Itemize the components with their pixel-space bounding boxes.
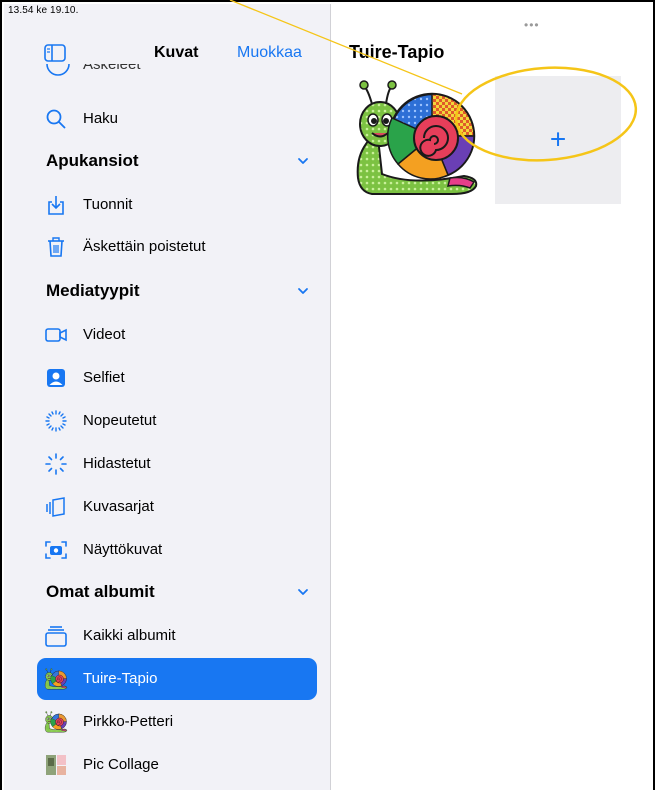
section-header-apukansiot[interactable]: Apukansiot [4,140,330,182]
snail-thumbnail [44,711,68,733]
sidebar-item-label: Äskettäin poistetut [83,238,206,255]
chevron-down-icon[interactable] [296,286,310,296]
album-content: ••• Tuire-Tapio + [332,4,651,790]
sidebar-item-label: Kuvasarjat [83,498,154,515]
sidebar-item-label: Tuire-Tapio [83,670,158,687]
collage-thumbnail [44,754,68,776]
search-icon [44,108,68,130]
sidebar-item-label: Näyttökuvat [83,541,163,558]
sidebar-item-label: Nopeutetut [83,412,157,429]
sidebar-item-label: Haku [83,110,119,127]
sidebar-item-label: Tuonnit [83,196,133,213]
sidebar-item-label: Kaikki albumit [83,627,176,644]
import-icon [44,194,68,216]
chevron-down-icon[interactable] [296,587,310,597]
sidebar-item-pic-collage[interactable]: Pic Collage [4,744,330,786]
selfie-icon [44,367,68,389]
circle-icon [46,64,70,76]
plus-icon: + [549,123,567,155]
add-photo-button[interactable]: + [495,76,621,204]
chevron-down-icon[interactable] [296,156,310,166]
burst-icon [44,496,68,518]
sidebar-item-selfies[interactable]: Selfiet [4,357,330,399]
sidebar-item-slowmo[interactable]: Hidastetut [4,443,330,485]
sidebar-item-screenshots[interactable]: Näyttökuvat [4,529,330,571]
timelapse-icon [44,410,68,432]
more-options-dots[interactable]: ••• [524,18,540,32]
section-title: Omat albumit [46,582,155,601]
sidebar-item-all-albums[interactable]: Kaikki albumit [4,615,330,657]
screenshot-icon [44,539,68,561]
status-time: 13.54 ke 19.10. [8,5,79,16]
slowmo-icon [44,453,68,475]
screen-frame: 13.54 ke 19.10. Kuvat Muokkaa Askeleet H… [0,0,655,790]
section-title: Mediatyypit [46,281,140,300]
sidebar-item-partial[interactable]: Askeleet [4,64,330,84]
sidebar-item-search[interactable]: Haku [4,98,330,140]
section-header-omat-albumit[interactable]: Omat albumit [4,571,330,613]
sidebar-item-label: Pirkko-Petteri [83,713,174,730]
sidebar-item-timelapse[interactable]: Nopeutetut [4,400,330,442]
section-title: Apukansiot [46,151,139,170]
trash-icon [44,236,68,258]
sidebar-title: Kuvat [154,44,199,61]
sidebar-item-label: Selfiet [83,369,125,386]
sidebar-item-imports[interactable]: Tuonnit [4,184,330,226]
sidebar-item-bursts[interactable]: Kuvasarjat [4,486,330,528]
albums-icon [44,625,68,647]
sidebar-item-videos[interactable]: Videot [4,314,330,356]
album-title: Tuire-Tapio [349,42,445,62]
snail-photo[interactable] [352,78,482,198]
sidebar-item-label: Videot [83,326,126,343]
sidebar-item-pirkko-petteri[interactable]: Pirkko-Petteri [4,701,330,743]
sidebar-item-tuire-tapio[interactable]: Tuire-Tapio [4,658,330,700]
sidebar-item-recently-deleted[interactable]: Äskettäin poistetut [4,226,330,268]
section-header-mediatyypit[interactable]: Mediatyypit [4,270,330,312]
sidebar-item-label: Askeleet [83,64,141,73]
sidebar-toggle-icon[interactable] [44,44,66,62]
edit-button[interactable]: Muokkaa [237,44,302,62]
video-icon [44,324,68,346]
sidebar-item-label: Pic Collage [83,756,159,773]
snail-thumbnail [44,668,68,690]
sidebar: 13.54 ke 19.10. Kuvat Muokkaa Askeleet H… [4,4,331,790]
sidebar-item-label: Hidastetut [83,455,151,472]
selection-highlight [37,658,317,700]
